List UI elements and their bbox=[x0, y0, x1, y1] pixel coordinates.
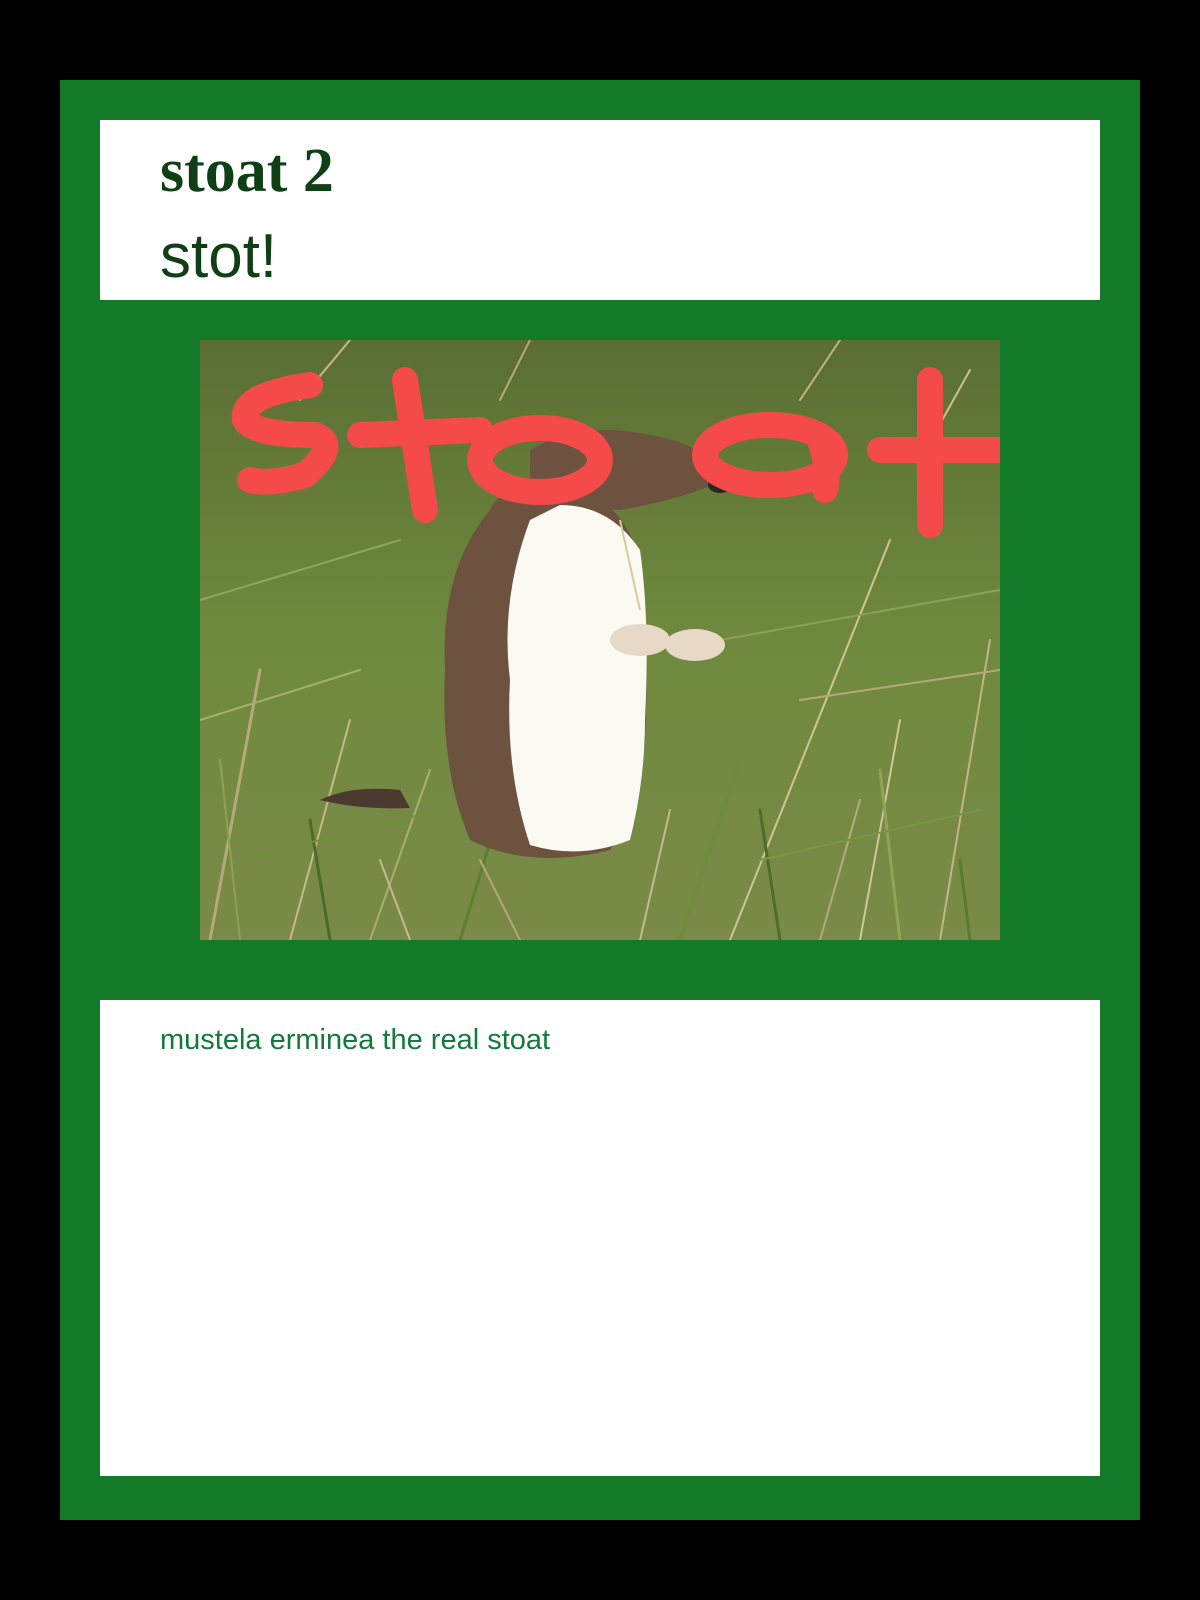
card-header: stoat 2 stot! bbox=[100, 120, 1100, 300]
card-title: stoat 2 bbox=[160, 137, 334, 205]
description-text: mustela erminea the real stoat bbox=[160, 1024, 551, 1056]
card: stoat 2 stot! mustela erminea the real s… bbox=[60, 80, 1140, 1520]
stoat-photo: stoat bbox=[200, 340, 1000, 940]
description-box: mustela erminea the real stoat bbox=[100, 1000, 1100, 1476]
card-subtitle: stot! bbox=[160, 222, 278, 291]
